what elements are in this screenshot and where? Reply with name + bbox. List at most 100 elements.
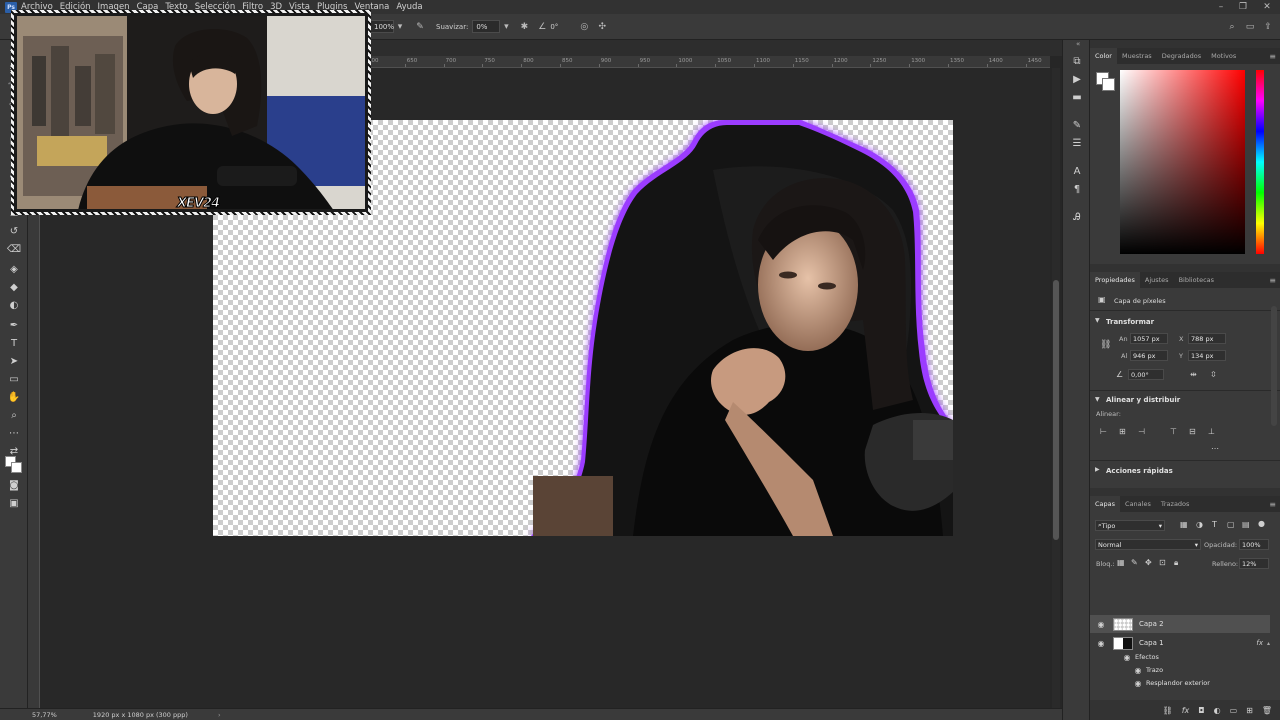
smoothing-field[interactable]: 0% — [472, 20, 501, 33]
tab-motivos[interactable]: Motivos — [1206, 48, 1241, 64]
eye-icon[interactable]: ◉ — [1132, 678, 1144, 688]
dodge-tool-icon[interactable]: ◐ — [6, 298, 22, 312]
filter-type-icon[interactable]: T — [1212, 520, 1217, 529]
new-layer-icon[interactable]: ⊞ — [1246, 706, 1253, 715]
filter-pixel-icon[interactable]: ▦ — [1180, 520, 1188, 529]
filter-toggle-icon[interactable]: ● — [1258, 519, 1265, 528]
quick-mask-icon[interactable]: ◙ — [6, 478, 22, 492]
chevron-right-icon[interactable]: ▶ — [1095, 466, 1100, 473]
more-tools-icon[interactable]: ⋯ — [6, 426, 22, 440]
blur-tool-icon[interactable]: ◆ — [6, 280, 22, 294]
brushes-panel-icon[interactable]: ✎ — [1070, 118, 1084, 132]
symmetry-icon[interactable]: ✣ — [596, 21, 608, 33]
comments-panel-icon[interactable]: ▬ — [1070, 90, 1084, 104]
share-icon[interactable]: ⇪ — [1262, 21, 1274, 33]
eye-icon[interactable]: ◉ — [1095, 638, 1107, 648]
lock-artboard-icon[interactable]: ⊡ — [1159, 558, 1166, 567]
rectangle-tool-icon[interactable]: ▭ — [6, 372, 22, 386]
align-left-icon[interactable]: ⊢ — [1100, 427, 1107, 436]
blend-mode-select[interactable]: Normal ▾ — [1095, 539, 1201, 550]
panel-menu-icon[interactable]: ≡ — [1269, 500, 1276, 509]
link-icon[interactable]: ⛓ — [1100, 340, 1111, 350]
eraser-tool-icon[interactable]: ⌫ — [6, 242, 22, 256]
adjustment-layer-icon[interactable]: ◐ — [1214, 706, 1221, 715]
zoom-tool-icon[interactable]: ⌕ — [6, 408, 22, 422]
tab-degradados[interactable]: Degradados — [1157, 48, 1206, 64]
delete-layer-icon[interactable]: 🗑︎ — [1262, 706, 1272, 715]
workspace-icon[interactable]: ▭ — [1244, 21, 1256, 33]
layer-effect-outer-glow[interactable]: ◉ Resplandor exterior — [1090, 674, 1270, 692]
color-field[interactable] — [1120, 70, 1245, 254]
tab-propiedades[interactable]: Propiedades — [1090, 272, 1140, 288]
minimize-icon[interactable]: – — [1210, 0, 1232, 14]
history-panel-icon[interactable]: ⧉ — [1070, 54, 1084, 68]
add-mask-icon[interactable]: ◘ — [1198, 706, 1204, 715]
restore-icon[interactable]: ❐ — [1232, 0, 1254, 14]
screen-mode-icon[interactable]: ▣ — [6, 496, 22, 510]
y-field[interactable]: 134 px — [1188, 350, 1226, 361]
filter-adjustment-icon[interactable]: ◑ — [1196, 520, 1203, 529]
width-field[interactable]: 1057 px — [1130, 333, 1168, 344]
align-top-icon[interactable]: ⊤ — [1170, 427, 1177, 436]
x-field[interactable]: 788 px — [1188, 333, 1226, 344]
zoom-field[interactable]: 100% — [370, 20, 394, 33]
align-bottom-icon[interactable]: ⊥ — [1208, 427, 1215, 436]
hand-tool-icon[interactable]: ✋ — [6, 390, 22, 404]
lock-all-icon[interactable]: 🔒︎ — [1174, 558, 1178, 568]
pen-tool-icon[interactable]: ✒ — [6, 318, 22, 332]
align-vcenter-icon[interactable]: ⊟ — [1189, 427, 1196, 436]
layer-fx-icon[interactable]: fx — [1256, 639, 1263, 647]
close-icon[interactable]: ✕ — [1256, 0, 1278, 14]
angle-field[interactable]: 0,00° — [1128, 369, 1164, 380]
chevron-up-icon[interactable]: ▴ — [1267, 640, 1270, 647]
align-hcenter-icon[interactable]: ⊞ — [1119, 427, 1126, 436]
fill-field[interactable]: 12% — [1239, 558, 1269, 569]
background-color-swatch[interactable] — [11, 462, 22, 473]
paint-bucket-icon[interactable]: ◈ — [6, 262, 22, 276]
status-expand-icon[interactable]: › — [218, 711, 221, 719]
background-color-swatch[interactable] — [1102, 78, 1115, 91]
actions-panel-icon[interactable]: ▶ — [1070, 72, 1084, 86]
glyphs-panel-icon[interactable]: Ꭿ — [1070, 210, 1084, 224]
collapse-panels-icon[interactable]: « — [1076, 40, 1080, 48]
chevron-down-icon[interactable]: ▼ — [1095, 396, 1100, 403]
link-layers-icon[interactable]: ⛓ — [1163, 706, 1173, 715]
new-group-icon[interactable]: ▭ — [1230, 706, 1238, 715]
path-selection-icon[interactable]: ➤ — [6, 354, 22, 368]
more-options-icon[interactable]: ⋯ — [1211, 444, 1219, 453]
chevron-down-icon[interactable]: ▼ — [1095, 317, 1100, 324]
add-style-icon[interactable]: fx — [1182, 706, 1190, 715]
status-zoom[interactable]: 57,77% — [32, 711, 57, 719]
character-panel-icon[interactable]: A — [1070, 164, 1084, 178]
menu-ayuda[interactable]: Ayuda — [396, 2, 422, 12]
tab-trazados[interactable]: Trazados — [1156, 496, 1195, 512]
tab-canales[interactable]: Canales — [1120, 496, 1156, 512]
layer-filter-select[interactable]: ⌕ Tipo ▾ — [1095, 520, 1165, 531]
tab-color[interactable]: Color — [1090, 48, 1117, 64]
brush-settings-icon[interactable]: ☰ — [1070, 136, 1084, 150]
vertical-scrollbar-thumb[interactable] — [1053, 280, 1059, 540]
paragraph-panel-icon[interactable]: ¶ — [1070, 182, 1084, 196]
gear-icon[interactable]: ✱ — [518, 21, 530, 33]
type-tool-icon[interactable]: T — [6, 336, 22, 350]
height-field[interactable]: 946 px — [1130, 350, 1168, 361]
filter-smart-object-icon[interactable]: ▤ — [1242, 520, 1250, 529]
tab-capas[interactable]: Capas — [1090, 496, 1121, 512]
hue-slider[interactable] — [1256, 70, 1264, 254]
flip-horizontal-icon[interactable]: ⇹ — [1190, 370, 1197, 379]
airbrush-icon[interactable]: ✎ — [414, 21, 426, 33]
opacity-field[interactable]: 100% — [1239, 539, 1269, 550]
search-icon[interactable]: ⌕ — [1226, 21, 1238, 33]
flip-vertical-icon[interactable]: ⇳ — [1210, 370, 1217, 379]
layer-row-capa-2[interactable]: ◉ Capa 2 — [1090, 615, 1270, 633]
lock-pixels-icon[interactable]: ✎ — [1131, 558, 1138, 567]
panel-menu-icon[interactable]: ≡ — [1269, 276, 1276, 285]
chevron-down-icon[interactable]: ▾ — [500, 21, 512, 33]
history-brush-icon[interactable]: ↺ — [6, 224, 22, 238]
align-right-icon[interactable]: ⊣ — [1138, 427, 1145, 436]
chevron-down-icon[interactable]: ▾ — [394, 21, 406, 33]
quick-actions-title[interactable]: Acciones rápidas — [1106, 467, 1173, 475]
pressure-icon[interactable]: ◎ — [578, 21, 590, 33]
lock-transparency-icon[interactable]: ▦ — [1117, 558, 1125, 567]
angle-value[interactable]: 0° — [550, 23, 558, 31]
